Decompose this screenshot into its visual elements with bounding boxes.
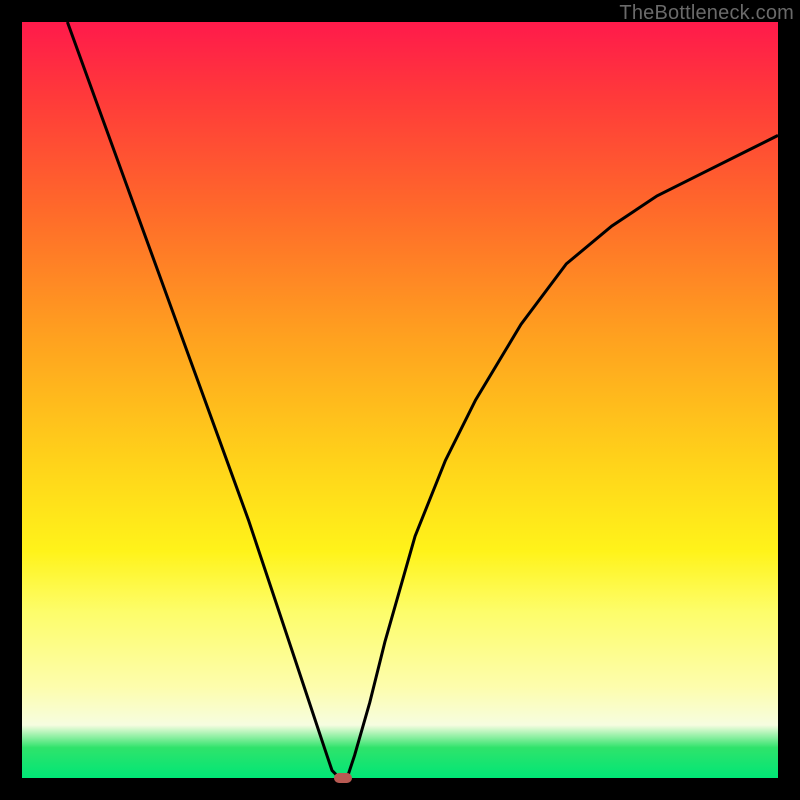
plot-area [22,22,778,778]
chart-stage: TheBottleneck.com [0,0,800,800]
bottleneck-curve [22,22,778,778]
optimal-point-marker [334,773,352,783]
watermark-text: TheBottleneck.com [619,2,794,25]
curve-path [67,22,778,778]
